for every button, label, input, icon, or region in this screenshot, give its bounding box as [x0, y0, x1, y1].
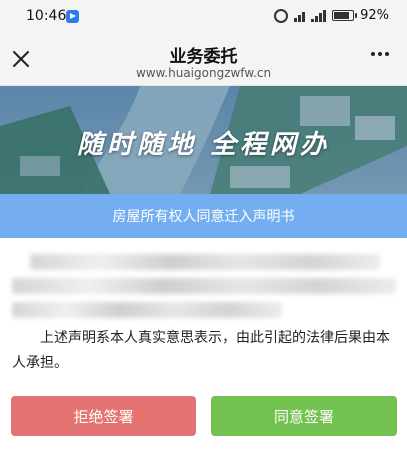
declaration-statement: 上述声明系本人真实意思表示，由此引起的法律后果由本人承担。 [12, 330, 390, 371]
nfc-icon [274, 8, 289, 23]
more-options-icon[interactable] [371, 52, 389, 56]
reject-sign-button[interactable]: 拒绝签署 [11, 396, 196, 436]
status-time: 10:46 [26, 8, 67, 24]
battery-percent: 92% [360, 8, 389, 23]
redacted-text-line [12, 302, 282, 318]
agree-sign-button[interactable]: 同意签署 [211, 396, 397, 436]
banner-slogan: 随时随地 全程网办 [76, 130, 331, 160]
nav-bar: 业务委托 www.huaigongzwfw.cn [0, 34, 407, 86]
status-icons: 92% [274, 8, 389, 23]
redacted-text-line [30, 254, 380, 270]
app-notification-icon [66, 10, 79, 23]
banner-image: 随时随地 全程网办 [0, 86, 407, 194]
status-bar: 10:46 92% [0, 0, 407, 34]
battery-icon [332, 10, 358, 21]
wifi-signal-icon [294, 10, 306, 22]
document-title: 房屋所有权人同意迁入声明书 [112, 209, 295, 225]
document-title-bar: 房屋所有权人同意迁入声明书 [0, 194, 407, 238]
page-url: www.huaigongzwfw.cn [135, 66, 272, 80]
page-title: 业务委托 [169, 47, 238, 67]
document-body: 上述声明系本人真实意思表示，由此引起的法律后果由本人承担。 [0, 238, 407, 386]
redacted-text-line [12, 278, 396, 294]
cellular-signal-icon [311, 9, 327, 22]
